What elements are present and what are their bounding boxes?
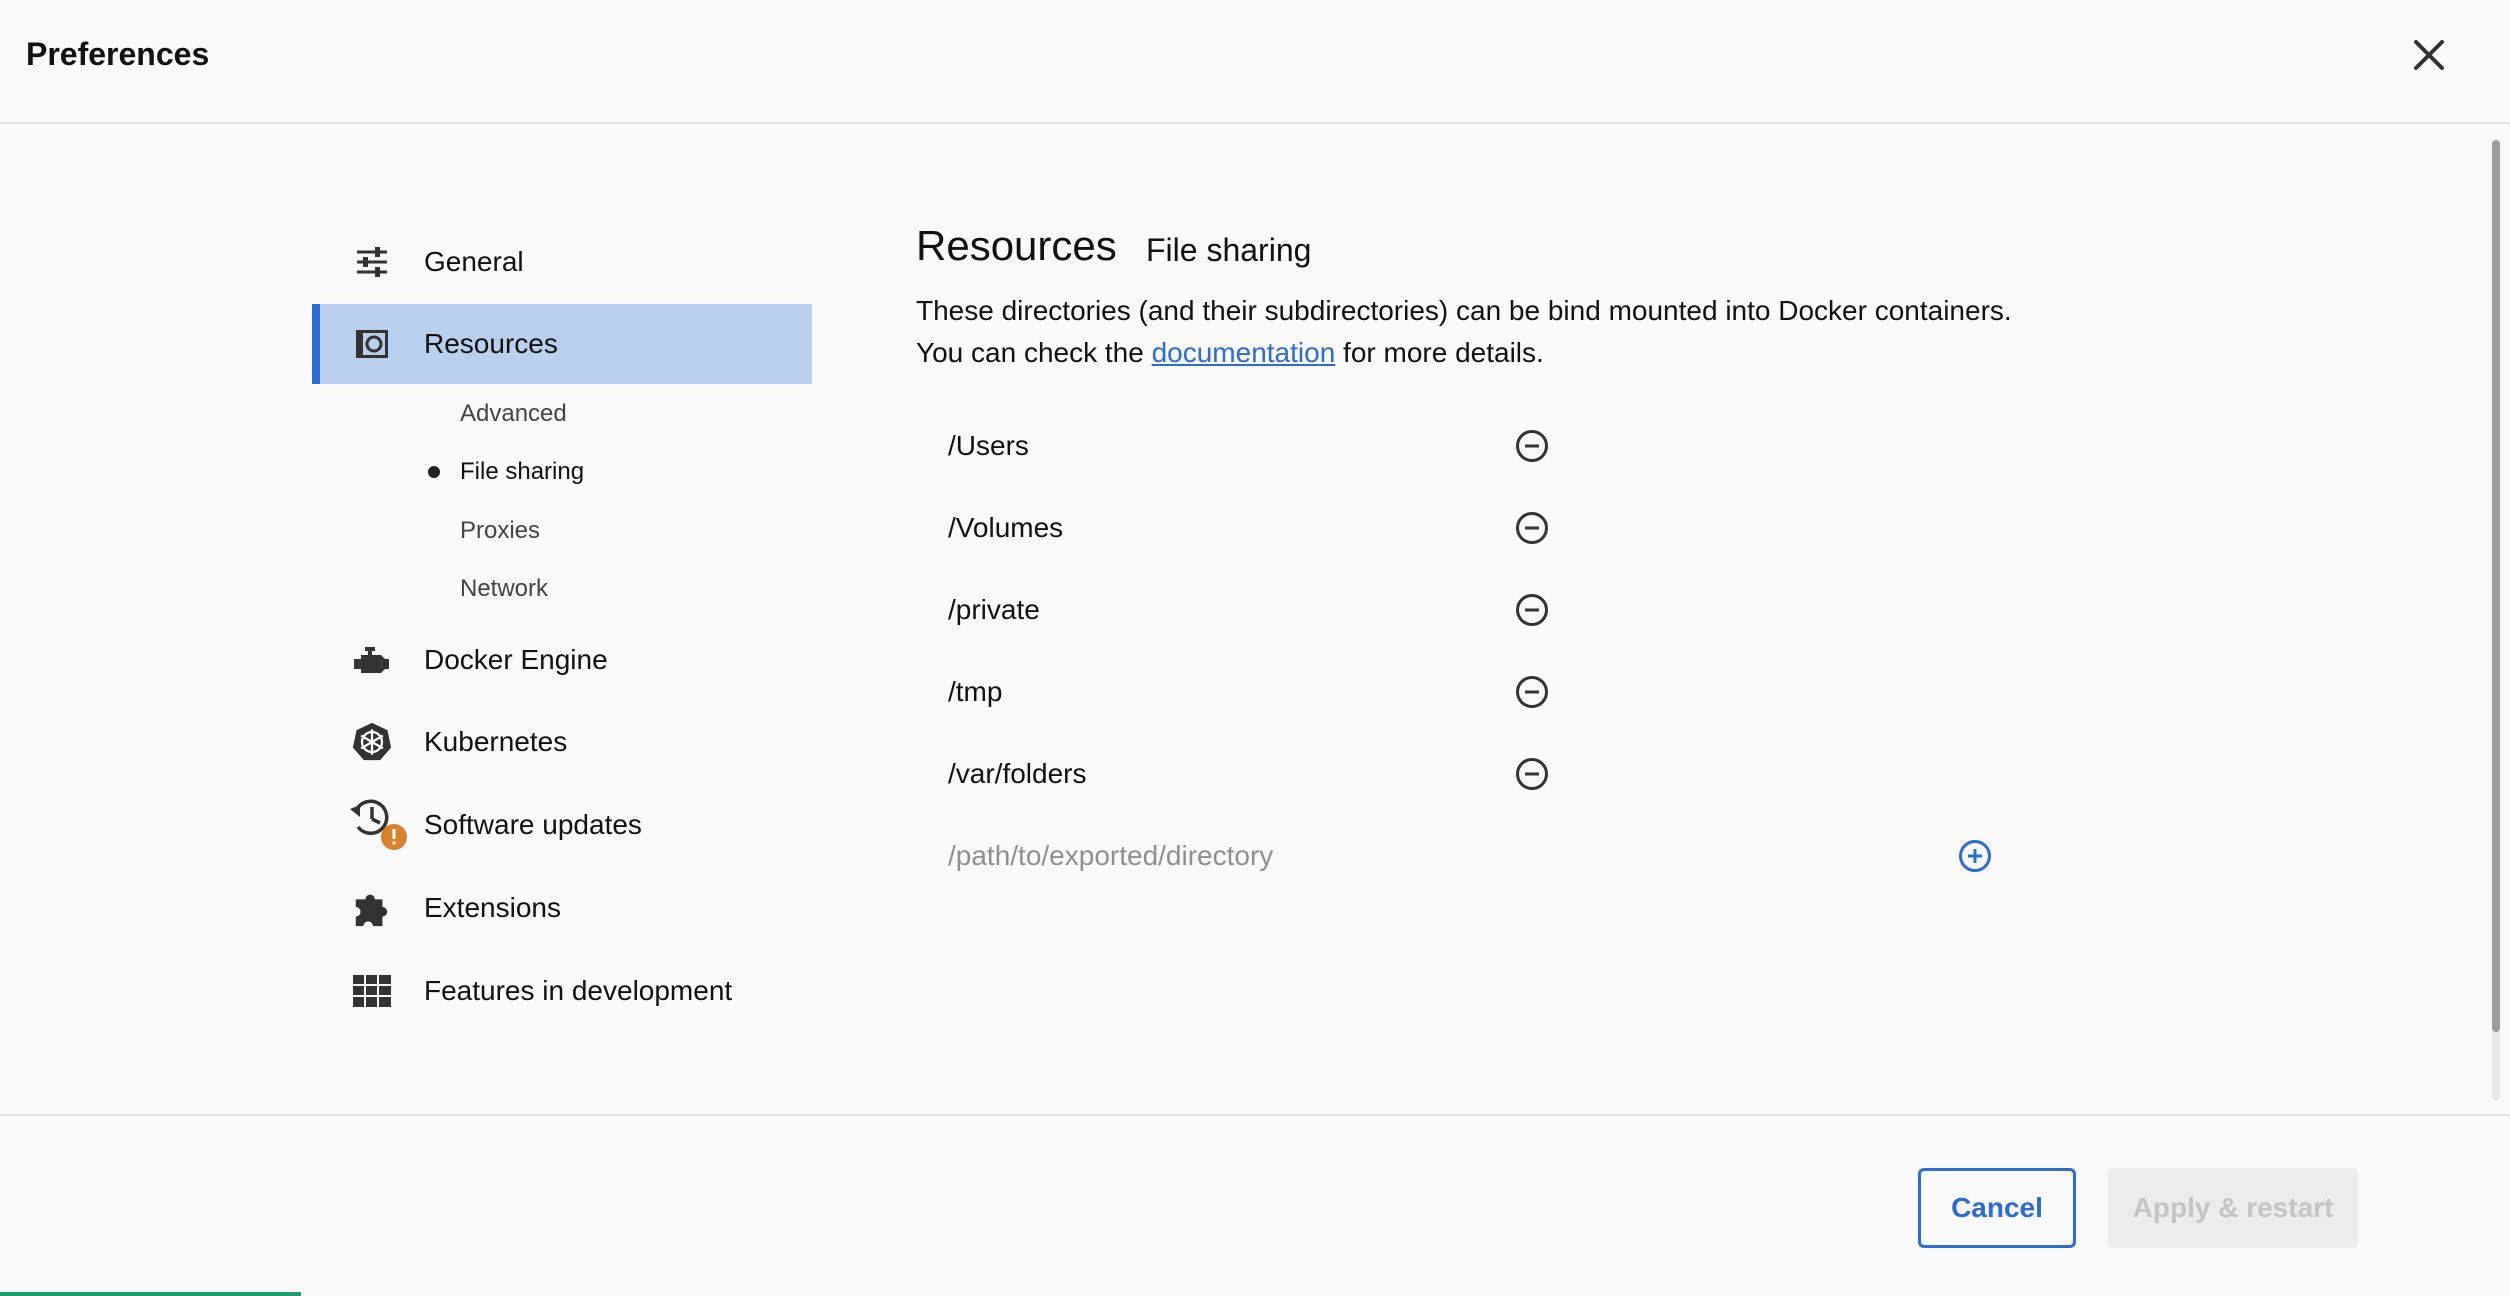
kubernetes-icon — [352, 722, 392, 762]
description-suffix: for more details. — [1335, 337, 1544, 368]
sidebar-item-label: Resources — [424, 328, 558, 359]
header: Preferences — [0, 0, 2510, 124]
sidebar-item-label: Kubernetes — [424, 726, 568, 757]
remove-directory-button[interactable] — [1514, 674, 1550, 710]
vertical-scrollbar[interactable] — [2492, 140, 2500, 1100]
documentation-link[interactable]: documentation — [1152, 337, 1336, 368]
apply-restart-button[interactable]: Apply & restart — [2108, 1168, 2358, 1248]
description-prefix: You can check the — [916, 337, 1152, 368]
remove-directory-button[interactable] — [1514, 428, 1550, 464]
resources-icon — [352, 324, 392, 364]
new-directory-input[interactable] — [948, 834, 1928, 878]
sidebar-item-label: Features in development — [424, 975, 733, 1006]
directory-row: /Users — [916, 416, 1576, 476]
close-button[interactable] — [2404, 30, 2454, 80]
progress-fill — [0, 1292, 302, 1296]
minus-circle-icon — [1516, 676, 1548, 708]
remove-directory-button[interactable] — [1514, 592, 1550, 628]
cancel-button[interactable]: Cancel — [1918, 1168, 2076, 1248]
engine-icon — [352, 640, 392, 680]
footer: Cancel Apply & restart — [0, 1114, 2510, 1296]
grid-icon — [352, 971, 392, 1011]
remove-directory-button[interactable] — [1514, 510, 1550, 546]
directory-row: /private — [916, 580, 1576, 640]
add-directory-button[interactable] — [1957, 838, 1993, 874]
directory-path: /Users — [948, 430, 1029, 461]
description-line-2: You can check the documentation for more… — [916, 332, 2116, 374]
sidebar-item-label: General — [424, 246, 524, 277]
current-bullet-icon — [428, 466, 440, 478]
description-line-1: These directories (and their subdirector… — [916, 295, 2012, 326]
window-title: Preferences — [26, 36, 210, 72]
close-icon — [2414, 40, 2444, 70]
directory-row: /Volumes — [916, 498, 1576, 558]
sidebar-item-docker-engine[interactable]: Docker Engine — [312, 620, 812, 700]
remove-directory-button[interactable] — [1514, 756, 1550, 792]
page-title: Resources — [916, 222, 1117, 269]
sidebar-item-resources[interactable]: Resources — [312, 304, 812, 384]
minus-circle-icon — [1516, 430, 1548, 462]
preferences-window: Preferences General Resources Advanced F… — [0, 0, 2510, 1296]
update-history-icon — [350, 799, 407, 850]
sidebar-item-label: Software updates — [424, 809, 642, 840]
progress-bar — [0, 1292, 2510, 1296]
subnav-item-label: Proxies — [460, 517, 541, 544]
sidebar-item-label: Extensions — [424, 892, 561, 923]
page-subtitle: File sharing — [1146, 232, 1312, 268]
directory-path: /tmp — [948, 676, 1003, 707]
plus-circle-icon — [1959, 840, 1991, 872]
subnav-item-label: Network — [460, 575, 549, 602]
sidebar-item-label: Docker Engine — [424, 644, 608, 675]
directory-row: /var/folders — [916, 744, 1576, 804]
subnav-item-label: Advanced — [460, 400, 567, 427]
scrollbar-thumb[interactable] — [2492, 140, 2500, 1032]
sidebar-item-general[interactable]: General — [312, 222, 812, 302]
sidebar-item-kubernetes[interactable]: Kubernetes — [312, 702, 812, 782]
subnav-item-label: File sharing — [460, 458, 585, 485]
directory-path: /private — [948, 594, 1040, 625]
sliders-icon — [352, 242, 392, 282]
minus-circle-icon — [1516, 512, 1548, 544]
directory-path: /Volumes — [948, 512, 1064, 543]
directory-row: /tmp — [916, 662, 1576, 722]
directory-path: /var/folders — [948, 758, 1087, 789]
minus-circle-icon — [1516, 594, 1548, 626]
sidebar-nav: General Resources Advanced File sharing … — [0, 124, 830, 1114]
description: These directories (and their subdirector… — [916, 290, 2116, 374]
sidebar-item-software-updates[interactable]: Software updates — [312, 785, 812, 865]
sidebar-item-features-in-development[interactable]: Features in development — [312, 951, 812, 1031]
minus-circle-icon — [1516, 758, 1548, 790]
puzzle-icon — [352, 888, 392, 928]
sidebar-item-extensions[interactable]: Extensions — [312, 868, 812, 948]
